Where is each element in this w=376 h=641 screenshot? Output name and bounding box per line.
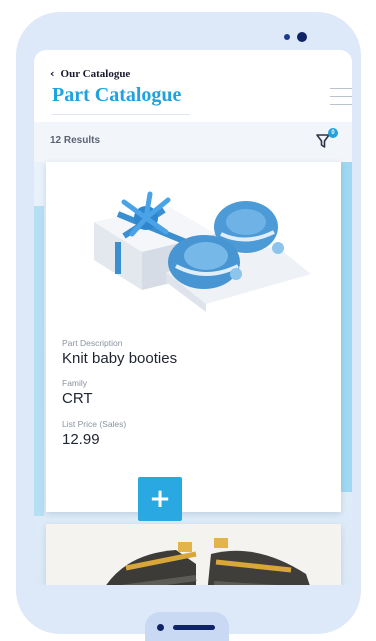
phone-home-area [145,612,229,641]
baby-sandals-photo [46,524,341,585]
chevron-left-icon: ‹ [50,67,55,80]
results-count: 12 Results [50,135,101,146]
back-link[interactable]: ‹ Our Catalogue [50,67,130,80]
family-label: Family [62,378,88,388]
knit-baby-booties-photo [46,162,341,322]
plus-icon: + [149,484,171,514]
app-screen: ‹ Our Catalogue Part Catalogue 12 Result… [34,50,352,585]
product-card[interactable]: Part Description Knit baby booties Famil… [46,162,341,512]
home-dot [157,624,164,631]
product-card[interactable] [46,524,341,585]
decor-strip-left [34,206,44,516]
camera-dot [297,32,307,42]
price-value: 12.99 [62,431,100,448]
home-indicator[interactable] [173,625,215,630]
decor-strip-right [340,162,352,492]
sensor-dot [284,34,290,40]
page-title: Part Catalogue [52,84,182,106]
description-label: Part Description [62,338,123,348]
results-bar: 12 Results 0 [34,122,352,162]
hamburger-menu-icon[interactable] [330,88,352,108]
camera-dots [284,32,307,42]
family-value: CRT [62,390,93,407]
filter-badge: 0 [328,128,338,138]
add-part-button[interactable]: + [138,477,182,521]
filter-button[interactable]: 0 [314,128,338,151]
price-label: List Price (Sales) [62,419,127,429]
back-label: Our Catalogue [60,67,131,80]
title-divider [52,114,190,115]
product-list: Part Description Knit baby booties Famil… [34,162,352,585]
description-value: Knit baby booties [62,350,178,367]
